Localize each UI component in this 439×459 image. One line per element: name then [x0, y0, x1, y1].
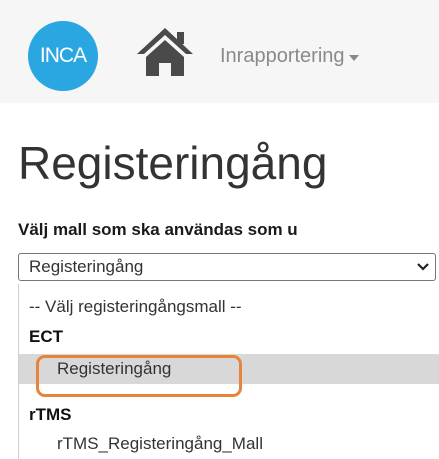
inrapportering-menu-label: Inrapportering: [220, 44, 345, 67]
option-group-rtms: rTMS: [29, 405, 72, 424]
inrapportering-menu[interactable]: Inrapportering: [220, 42, 359, 70]
option-group-ect: ECT: [29, 327, 63, 346]
logo-text: INCA: [39, 44, 87, 67]
template-dropdown-list: -- Välj registeringångsmall -- ECT Regis…: [18, 284, 439, 459]
caret-down-icon: [348, 54, 359, 61]
template-select-label: Välj mall som ska användas som u: [18, 220, 298, 239]
option-placeholder[interactable]: -- Välj registeringångsmall --: [19, 292, 439, 322]
template-select-value: Registeringång: [29, 257, 144, 276]
home-icon[interactable]: [135, 26, 195, 78]
page-title: Registeringång: [18, 137, 328, 189]
option-ect-registeringang[interactable]: Registeringång: [19, 354, 439, 384]
inca-logo[interactable]: INCA: [28, 21, 98, 91]
option-rtms-registeringang-mall[interactable]: rTMS_Registeringång_Mall: [19, 429, 439, 459]
top-navbar: INCA Inrapportering: [0, 0, 439, 103]
chevron-down-icon: [417, 263, 429, 271]
template-select[interactable]: Registeringång: [18, 253, 436, 281]
